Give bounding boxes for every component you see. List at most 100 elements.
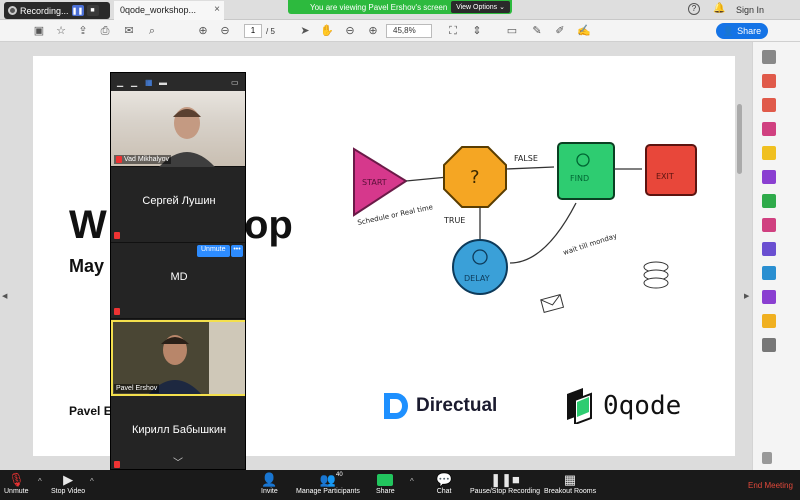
help-icon[interactable]: ? [688, 3, 700, 15]
exit-label: EXIT [656, 172, 674, 181]
search-icon[interactable]: ⌕ [145, 24, 159, 38]
participant-tile[interactable]: Vad Mikhalyov [111, 91, 245, 167]
page-down-icon[interactable]: ⊖ [218, 24, 232, 38]
invite-button[interactable]: 👤 Invite [261, 472, 278, 495]
optimize-icon[interactable] [762, 266, 776, 280]
page-number-input[interactable]: 1 [244, 24, 262, 38]
fit-page-icon[interactable]: ⛶ [446, 24, 460, 38]
share-options-chevron-icon[interactable]: ^ [410, 477, 414, 486]
edit-pdf-icon[interactable] [762, 122, 776, 136]
comment-icon[interactable]: ▭ [505, 24, 519, 38]
bell-icon[interactable]: 🔔 [713, 3, 725, 14]
end-meeting-button[interactable]: End Meeting [748, 481, 793, 490]
unmute-participant-button[interactable]: Unmute [197, 245, 230, 257]
breakout-rooms-button[interactable]: ▦ Breakout Rooms [544, 472, 596, 495]
combine-files-icon[interactable] [762, 170, 776, 184]
chat-button[interactable]: 💬 Chat [436, 472, 452, 495]
pen-icon[interactable]: ✎ [530, 24, 544, 38]
unmute-label: Unmute [4, 488, 29, 495]
pause-stop-icon: ❚❚■ [490, 472, 520, 487]
print-icon[interactable]: ⎙ [98, 24, 112, 38]
bookmark-star-icon[interactable]: ☆ [54, 24, 68, 38]
stop-video-button[interactable]: ▶ Stop Video [51, 472, 85, 495]
wait-note: wait till monday [562, 232, 618, 257]
chevron-down-icon[interactable]: ﹀ [173, 454, 183, 469]
manage-participants-button[interactable]: 👥 Manage Participants [296, 472, 360, 495]
participant-count: 40 [336, 472, 343, 478]
more-tools-icon[interactable] [762, 338, 776, 352]
chat-bubble-icon: 💬 [436, 472, 453, 487]
zoom-level-select[interactable]: 45,8% [386, 24, 432, 38]
protect-icon[interactable] [762, 242, 776, 256]
organize-pages-icon[interactable] [762, 194, 776, 208]
slide-title-left: W [69, 203, 107, 247]
fullscreen-icon[interactable]: ▭ [231, 78, 239, 87]
hand-tool-icon[interactable]: ✋ [320, 24, 334, 38]
speaker-view-icon[interactable]: ▬ [159, 78, 167, 87]
audio-options-chevron-icon[interactable]: ^ [38, 477, 42, 486]
page-up-icon[interactable]: ⊕ [196, 24, 210, 38]
find-node [557, 142, 615, 200]
participant-tile[interactable]: Сергей Лушин [111, 167, 245, 243]
tab-close-icon[interactable]: × [214, 4, 220, 15]
browser-tab-bar: Recording... ❚❚ ■ 0qode_workshop... × Yo… [0, 0, 800, 20]
save-icon[interactable]: ▣ [32, 24, 46, 38]
upload-icon[interactable]: ⇪ [76, 24, 90, 38]
view-options-button[interactable]: View Options ⌄ [451, 1, 510, 13]
participant-name-text: Pavel Ershov [116, 385, 158, 392]
exit-node [645, 144, 697, 196]
collapse-panel-icon[interactable] [762, 452, 772, 464]
stop-recording-button[interactable]: ■ [86, 5, 99, 16]
vertical-scrollbar[interactable] [737, 104, 742, 174]
more-options-button[interactable]: ••• [231, 245, 243, 257]
participant-tile-active-speaker[interactable]: Pavel Ershov [111, 320, 245, 396]
pause-stop-recording-button[interactable]: ❚❚■ Pause/Stop Recording [470, 472, 540, 495]
delay-node [452, 239, 508, 295]
arrow-start-question [405, 176, 449, 182]
export-pdf-icon[interactable] [762, 74, 776, 88]
directual-logo: Directual [382, 391, 497, 421]
muted-mic-icon [116, 156, 122, 163]
scroll-mode-icon[interactable]: ⇕ [470, 24, 484, 38]
gallery-view-icon[interactable]: ▦ [145, 78, 153, 87]
restore-icon[interactable]: ▁ [131, 78, 137, 87]
zoom-meeting-controls: 🎙 Unmute ^ ▶ Stop Video ^ 👤 Invite 👥 Man… [0, 470, 800, 500]
video-options-chevron-icon[interactable]: ^ [90, 477, 94, 486]
comment-tool-icon[interactable] [762, 146, 776, 160]
pause-recording-button[interactable]: ❚❚ [71, 5, 84, 16]
start-label: START [362, 178, 387, 187]
unmute-button[interactable]: 🎙 Unmute [4, 472, 29, 495]
zoom-out-icon[interactable]: ⊖ [343, 24, 357, 38]
recording-indicator: Recording... ❚❚ ■ [4, 2, 110, 19]
false-label: FALSE [514, 154, 538, 163]
next-page-arrow-icon[interactable]: ▶ [744, 292, 749, 300]
participant-name: Pavel Ershov [114, 384, 160, 393]
find-label: FIND [570, 174, 589, 183]
sign-in-link[interactable]: Sign In [736, 5, 764, 15]
share-screen-button[interactable]: Share [376, 472, 395, 495]
delay-label: DELAY [464, 274, 490, 283]
pdf-toolbar: ▣ ☆ ⇪ ⎙ ✉ ⌕ ⊕ ⊖ 1 / 5 ➤ ✋ ⊖ ⊕ 45,8% ⛶ ⇕ … [0, 20, 800, 42]
share-label: Share [737, 26, 762, 36]
slide-date: May [69, 256, 105, 276]
scan-icon[interactable] [762, 314, 776, 328]
highlight-icon[interactable]: ✐ [553, 24, 567, 38]
participants-gallery: ▁ ▁ ▦ ▬ ▭ Vad Mikhalyov Сергей Лушин Unm… [110, 72, 246, 470]
fill-sign-icon[interactable] [762, 218, 776, 232]
zoom-in-icon[interactable]: ⊕ [366, 24, 380, 38]
zoom-tool-icon[interactable] [762, 50, 776, 64]
video-camera-icon: ▶ [63, 472, 74, 487]
muted-mic-icon [114, 232, 120, 239]
minimize-icon[interactable]: ▁ [117, 78, 123, 87]
select-cursor-icon[interactable]: ➤ [298, 24, 312, 38]
prev-page-arrow-icon[interactable]: ◀ [2, 292, 7, 300]
email-icon[interactable]: ✉ [122, 24, 136, 38]
create-pdf-icon[interactable] [762, 98, 776, 112]
share-button[interactable]: 👤 Share [716, 23, 768, 39]
participant-name-text: Сергей Лушин [142, 195, 216, 207]
sign-icon[interactable]: ✍ [577, 24, 591, 38]
redact-icon[interactable] [762, 290, 776, 304]
tab-workshop-pdf[interactable]: 0qode_workshop... × [114, 1, 224, 20]
participant-tile[interactable]: Unmute ••• MD [111, 243, 245, 319]
banner-text: You are viewing Pavel Ershov's screen [310, 2, 448, 12]
